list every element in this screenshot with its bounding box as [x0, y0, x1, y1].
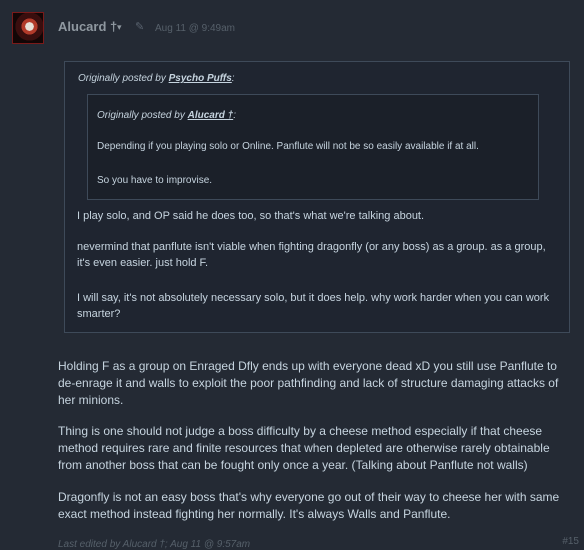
avatar[interactable] — [12, 12, 44, 44]
last-edited-note: Last edited by Alucard †; Aug 11 @ 9:57a… — [58, 539, 251, 550]
inner-quote-line: Depending if you playing solo or Online.… — [97, 141, 479, 152]
quote-paragraph: nevermind that panflute isn't viable whe… — [77, 241, 546, 269]
outer-quote-header: Originally posted by Psycho Puffs: — [78, 73, 235, 84]
post-paragraph: Dragonfly is not an easy boss that's why… — [58, 490, 560, 521]
quote-prefix: Originally posted by — [78, 73, 169, 84]
forum-post: Alucard † ▾ ✎ Aug 11 @ 9:49am Originally… — [0, 0, 584, 550]
quote-suffix: : — [233, 110, 236, 121]
outer-quote: Originally posted by Psycho Puffs: Origi… — [64, 61, 570, 333]
post-number-link[interactable]: #15 — [562, 536, 579, 547]
chevron-down-icon[interactable]: ▾ — [117, 22, 122, 33]
quoted-author-link[interactable]: Psycho Puffs — [169, 73, 232, 84]
quoted-author-link[interactable]: Alucard † — [188, 110, 234, 121]
post-paragraph: Holding F as a group on Enraged Dfly end… — [58, 359, 559, 407]
quote-paragraph: I will say, it's not absolutely necessar… — [77, 292, 550, 320]
pencil-icon: ✎ — [135, 21, 145, 33]
quote-paragraph: I play solo, and OP said he does too, so… — [77, 210, 425, 222]
author-name[interactable]: Alucard † — [58, 19, 117, 34]
inner-quote-header: Originally posted by Alucard †: — [97, 110, 236, 121]
inner-quote-line: So you have to improvise. — [97, 175, 213, 186]
post-paragraph: Thing is one should not judge a boss dif… — [58, 424, 550, 472]
quote-prefix: Originally posted by — [97, 110, 188, 121]
post-timestamp: Aug 11 @ 9:49am — [155, 23, 236, 34]
inner-quote: Originally posted by Alucard †: Dependin… — [87, 94, 539, 200]
quote-suffix: : — [231, 73, 235, 84]
